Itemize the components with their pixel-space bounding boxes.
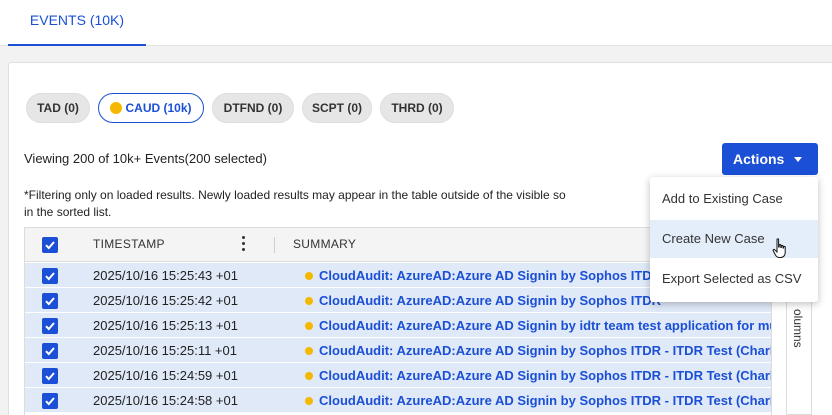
- table-row[interactable]: 2025/10/16 15:25:13 +01 CloudAudit: Azure…: [25, 313, 771, 338]
- row-checkbox[interactable]: [42, 393, 58, 409]
- column-menu-icon[interactable]: [242, 236, 246, 254]
- tab-events[interactable]: EVENTS (10K): [8, 0, 146, 46]
- filter-chip-scpt[interactable]: SCPT (0): [302, 93, 372, 123]
- table-row[interactable]: 2025/10/16 15:24:59 +01 CloudAudit: Azure…: [25, 363, 771, 388]
- filter-note-continued: in the sorted list.: [24, 205, 112, 219]
- check-icon: [45, 297, 55, 306]
- row-summary-link[interactable]: CloudAudit: AzureAD:Azure AD Signin by i…: [319, 313, 771, 338]
- menu-item-create-new-case[interactable]: Create New Case: [650, 220, 818, 258]
- actions-button[interactable]: Actions: [722, 143, 818, 175]
- row-summary-link[interactable]: CloudAudit: AzureAD:Azure AD Signin by S…: [319, 363, 771, 388]
- column-divider[interactable]: [274, 237, 275, 253]
- filter-chip-thrd[interactable]: THRD (0): [380, 93, 454, 123]
- filter-chip-caud[interactable]: CAUD (10k): [98, 93, 204, 123]
- column-header-timestamp[interactable]: TIMESTAMP: [93, 228, 165, 260]
- row-summary-link[interactable]: CloudAudit: AzureAD:Azure AD Signin by S…: [319, 263, 661, 288]
- row-timestamp: 2025/10/16 15:25:11 +01: [93, 343, 237, 358]
- menu-item-export-selected-csv[interactable]: Export Selected as CSV: [650, 260, 818, 298]
- status-dot-icon: [305, 297, 313, 305]
- row-checkbox[interactable]: [42, 268, 58, 284]
- row-timestamp: 2025/10/16 15:25:43 +01: [93, 268, 238, 283]
- table-row[interactable]: 2025/10/16 15:25:11 +01 CloudAudit: Azure…: [25, 338, 771, 363]
- status-dot-icon: [305, 322, 313, 330]
- row-summary-link[interactable]: CloudAudit: AzureAD:Azure AD Signin by S…: [319, 388, 771, 413]
- status-dot-icon: [305, 372, 313, 380]
- filter-chip-tad[interactable]: TAD (0): [26, 93, 90, 123]
- row-summary-link[interactable]: CloudAudit: AzureAD:Azure AD Signin by S…: [319, 288, 661, 313]
- hand-pointer-icon: [772, 238, 786, 258]
- actions-menu: Add to Existing Case Create New Case Exp…: [650, 177, 818, 302]
- row-timestamp: 2025/10/16 15:25:13 +01: [93, 318, 238, 333]
- yellow-dot-icon: [110, 102, 123, 114]
- top-tab-bar: EVENTS (10K): [0, 0, 832, 46]
- check-icon: [45, 372, 55, 381]
- status-dot-icon: [305, 397, 313, 405]
- check-icon: [45, 347, 55, 356]
- row-timestamp: 2025/10/16 15:24:59 +01: [93, 368, 238, 383]
- check-icon: [45, 397, 55, 406]
- select-all-checkbox[interactable]: [42, 237, 58, 253]
- row-timestamp: 2025/10/16 15:25:42 +01: [93, 293, 238, 308]
- check-icon: [45, 241, 55, 250]
- table-row[interactable]: 2025/10/16 15:24:58 +01 CloudAudit: Azure…: [25, 388, 771, 413]
- row-timestamp: 2025/10/16 15:24:58 +01: [93, 393, 238, 408]
- row-checkbox[interactable]: [42, 343, 58, 359]
- row-checkbox[interactable]: [42, 318, 58, 334]
- status-dot-icon: [305, 347, 313, 355]
- status-dot-icon: [305, 272, 313, 280]
- menu-item-add-to-existing-case[interactable]: Add to Existing Case: [650, 180, 818, 218]
- check-icon: [45, 322, 55, 331]
- columns-side-tab-label: olumns: [791, 309, 805, 348]
- caret-down-icon: [794, 157, 802, 162]
- filter-chip-caud-label: CAUD (10k): [125, 101, 192, 115]
- actions-button-label: Actions: [733, 151, 785, 167]
- row-checkbox[interactable]: [42, 293, 58, 309]
- viewing-count: Viewing 200 of 10k+ Events(200 selected): [24, 151, 267, 166]
- filter-chip-dtfnd[interactable]: DTFND (0): [212, 93, 294, 123]
- row-checkbox[interactable]: [42, 368, 58, 384]
- column-header-summary[interactable]: SUMMARY: [293, 228, 356, 260]
- filter-note: *Filtering only on loaded results. Newly…: [24, 188, 566, 202]
- row-summary-link[interactable]: CloudAudit: AzureAD:Azure AD Signin by S…: [319, 338, 771, 363]
- check-icon: [45, 272, 55, 281]
